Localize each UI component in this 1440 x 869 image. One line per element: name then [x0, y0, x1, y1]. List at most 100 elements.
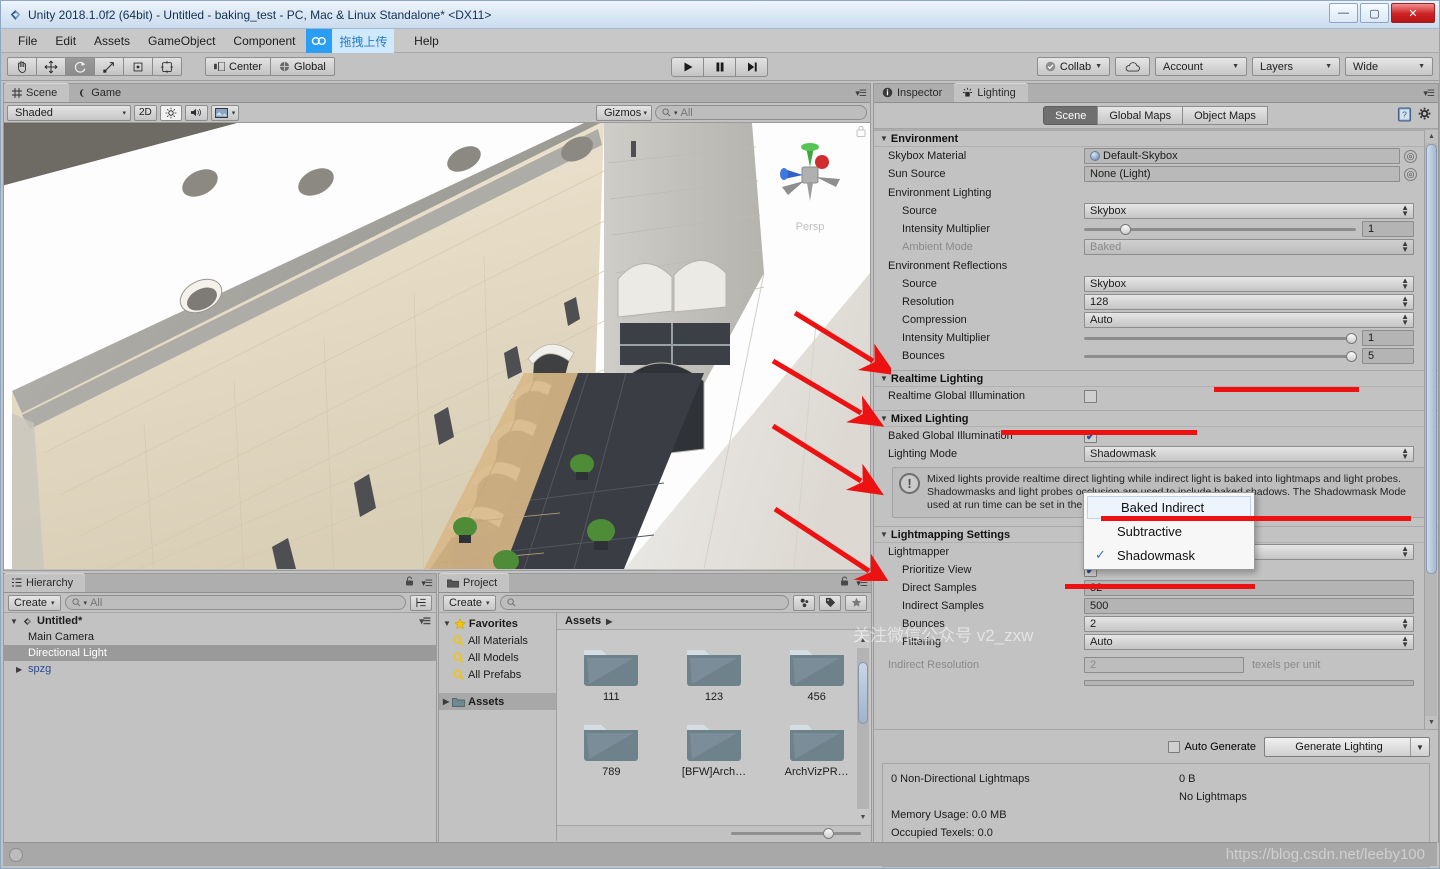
indirect-samples-input[interactable]: 500	[1084, 598, 1414, 614]
refl-intensity-slider[interactable]	[1084, 330, 1357, 346]
project-search-input[interactable]	[499, 595, 789, 610]
project-tree-assets[interactable]: ▶ Assets	[439, 693, 556, 710]
scene-audio-toggle[interactable]	[184, 104, 208, 121]
hierarchy-item-directional-light[interactable]: Directional Light	[4, 645, 436, 661]
asset-folder[interactable]: 789	[561, 713, 662, 778]
filtering-dropdown[interactable]: Auto ▲ ▼	[1084, 634, 1414, 650]
refl-resolution-dropdown[interactable]: 128 ▲ ▼	[1084, 294, 1414, 310]
menu-gameobject[interactable]: GameObject	[139, 31, 224, 51]
asset-folder[interactable]: 456	[766, 638, 867, 703]
play-button[interactable]	[671, 56, 704, 77]
refl-intensity-input[interactable]: 1	[1362, 330, 1414, 346]
env-source-dropdown[interactable]: Skybox ▲ ▼	[1084, 203, 1414, 219]
pivot-mode-button[interactable]: Center	[205, 57, 272, 76]
layout-button[interactable]: Wide ▼	[1345, 57, 1433, 76]
tab-scene[interactable]: Scene	[4, 83, 70, 102]
handle-space-button[interactable]: Global	[270, 57, 335, 76]
generate-lighting-dropdown-arrow[interactable]: ▼	[1410, 738, 1429, 756]
transform-tool-button[interactable]	[152, 57, 182, 76]
project-lock-icon[interactable]	[840, 576, 849, 589]
project-panel-menu-icon[interactable]: ▾☰	[856, 578, 868, 589]
menu-item-subtractive[interactable]: Subtractive	[1084, 519, 1254, 543]
tab-lighting[interactable]: Lighting	[954, 83, 1028, 102]
hierarchy-lock-icon[interactable]	[405, 576, 414, 589]
twisty-expanded-icon[interactable]: ▼	[880, 134, 888, 143]
refl-bounces-input[interactable]: 5	[1362, 348, 1414, 364]
scale-tool-button[interactable]	[94, 57, 124, 76]
twisty-expanded-icon[interactable]: ▼	[880, 374, 888, 383]
close-button[interactable]: ✕	[1391, 3, 1435, 23]
project-tree[interactable]: ▼ Favorites All Materials All Models All…	[439, 613, 557, 841]
tab-hierarchy[interactable]: Hierarchy	[4, 573, 86, 592]
tab-game[interactable]: Game	[69, 83, 133, 102]
env-intensity-input[interactable]: 1	[1362, 221, 1414, 237]
move-tool-button[interactable]	[36, 57, 66, 76]
scroll-down-arrow-icon[interactable]: ▼	[857, 811, 869, 823]
hierarchy-sort-button[interactable]	[410, 594, 432, 611]
step-button[interactable]	[735, 56, 768, 77]
toggle-2d-button[interactable]: 2D	[134, 104, 157, 121]
cloud-button[interactable]	[1115, 57, 1150, 76]
gizmos-dropdown[interactable]: Gizmos ▾	[596, 104, 652, 121]
scene-viewport[interactable]: Persp	[4, 123, 870, 569]
refl-bounces-knob[interactable]	[1346, 350, 1357, 362]
hand-tool-button[interactable]	[7, 57, 37, 76]
asset-folder[interactable]: 111	[561, 638, 662, 703]
twisty-collapsed-icon[interactable]: ▶	[443, 697, 449, 706]
account-button[interactable]: Account ▼	[1155, 57, 1247, 76]
generate-lighting-button[interactable]: Generate Lighting ▼	[1264, 737, 1430, 757]
scroll-up-arrow-icon[interactable]: ▲	[1425, 130, 1438, 143]
scene-lighting-toggle[interactable]	[159, 104, 182, 121]
twisty-expanded-icon[interactable]: ▼	[10, 617, 22, 626]
refl-compression-dropdown[interactable]: Auto ▲ ▼	[1084, 312, 1414, 328]
project-vertical-scrollbar[interactable]: ▲ ▼	[857, 637, 869, 821]
sun-source-field[interactable]: None (Light)	[1084, 166, 1400, 182]
collab-button[interactable]: Collab ▼	[1036, 57, 1110, 76]
lm-bounces-dropdown[interactable]: 2 ▲ ▼	[1084, 616, 1414, 632]
hierarchy-scene-menu-icon[interactable]: ▾☰	[419, 616, 431, 627]
project-favorite-all-models[interactable]: All Models	[439, 649, 556, 666]
section-realtime-lighting[interactable]: ▼ Realtime Lighting	[874, 370, 1438, 387]
twisty-expanded-icon[interactable]: ▼	[443, 619, 451, 628]
auto-generate-checkbox[interactable]	[1168, 741, 1181, 753]
asset-folder[interactable]: ArchVizPR…	[766, 713, 867, 778]
subtab-object-maps[interactable]: Object Maps	[1182, 106, 1268, 125]
help-icon[interactable]: ?	[1397, 106, 1412, 125]
twisty-expanded-icon[interactable]: ▼	[880, 414, 888, 423]
project-favorite-button[interactable]	[845, 594, 867, 611]
minimize-button[interactable]: —	[1329, 3, 1358, 23]
twisty-expanded-icon[interactable]: ▼	[880, 530, 888, 539]
project-scroll-thumb[interactable]	[858, 662, 868, 724]
upload-plugin-button[interactable]: 拖拽上传	[306, 28, 395, 53]
realtime-gi-checkbox[interactable]	[1084, 389, 1097, 403]
skybox-material-field[interactable]: Default-Skybox	[1084, 148, 1400, 164]
projection-label[interactable]: Persp	[796, 221, 825, 233]
asset-folder[interactable]: [BFW]Arch…	[664, 713, 765, 778]
hierarchy-tree[interactable]: ▼ Untitled* ▾☰ Main Camera Directional L…	[4, 613, 436, 841]
hierarchy-search-input[interactable]: ▾ All	[64, 595, 406, 610]
menu-file[interactable]: File	[9, 31, 46, 51]
lighting-mode-menu[interactable]: Baked Indirect Subtractive ✓ Shadowmask	[1083, 492, 1255, 570]
tab-project[interactable]: Project	[439, 573, 510, 592]
pause-button[interactable]	[703, 56, 736, 77]
menu-help[interactable]: Help	[405, 31, 448, 51]
breadcrumb-assets[interactable]: Assets	[565, 615, 601, 627]
lighting-scroll-thumb[interactable]	[1426, 144, 1437, 574]
subtab-scene[interactable]: Scene	[1043, 106, 1099, 125]
hierarchy-item-spzg[interactable]: ▶ spzg	[4, 661, 436, 677]
refl-source-dropdown[interactable]: Skybox ▲ ▼	[1084, 276, 1414, 292]
project-favorite-all-materials[interactable]: All Materials	[439, 632, 556, 649]
hierarchy-item-main-camera[interactable]: Main Camera	[4, 629, 436, 645]
draw-mode-dropdown[interactable]: Shaded ▾	[7, 104, 131, 121]
refl-intensity-knob[interactable]	[1346, 332, 1357, 344]
project-favorites-root[interactable]: ▼ Favorites	[439, 615, 556, 632]
menu-assets[interactable]: Assets	[85, 31, 139, 51]
gizmo-lock-icon[interactable]	[856, 125, 866, 140]
breadcrumb[interactable]: Assets ▶	[557, 613, 871, 630]
project-create-button[interactable]: Create ▾	[443, 594, 496, 611]
asset-folder[interactable]: 123	[664, 638, 765, 703]
refl-bounces-slider[interactable]	[1084, 348, 1357, 364]
env-intensity-slider[interactable]	[1084, 221, 1356, 237]
layers-button[interactable]: Layers ▼	[1252, 57, 1340, 76]
sun-source-picker[interactable]: ◎	[1404, 167, 1417, 181]
